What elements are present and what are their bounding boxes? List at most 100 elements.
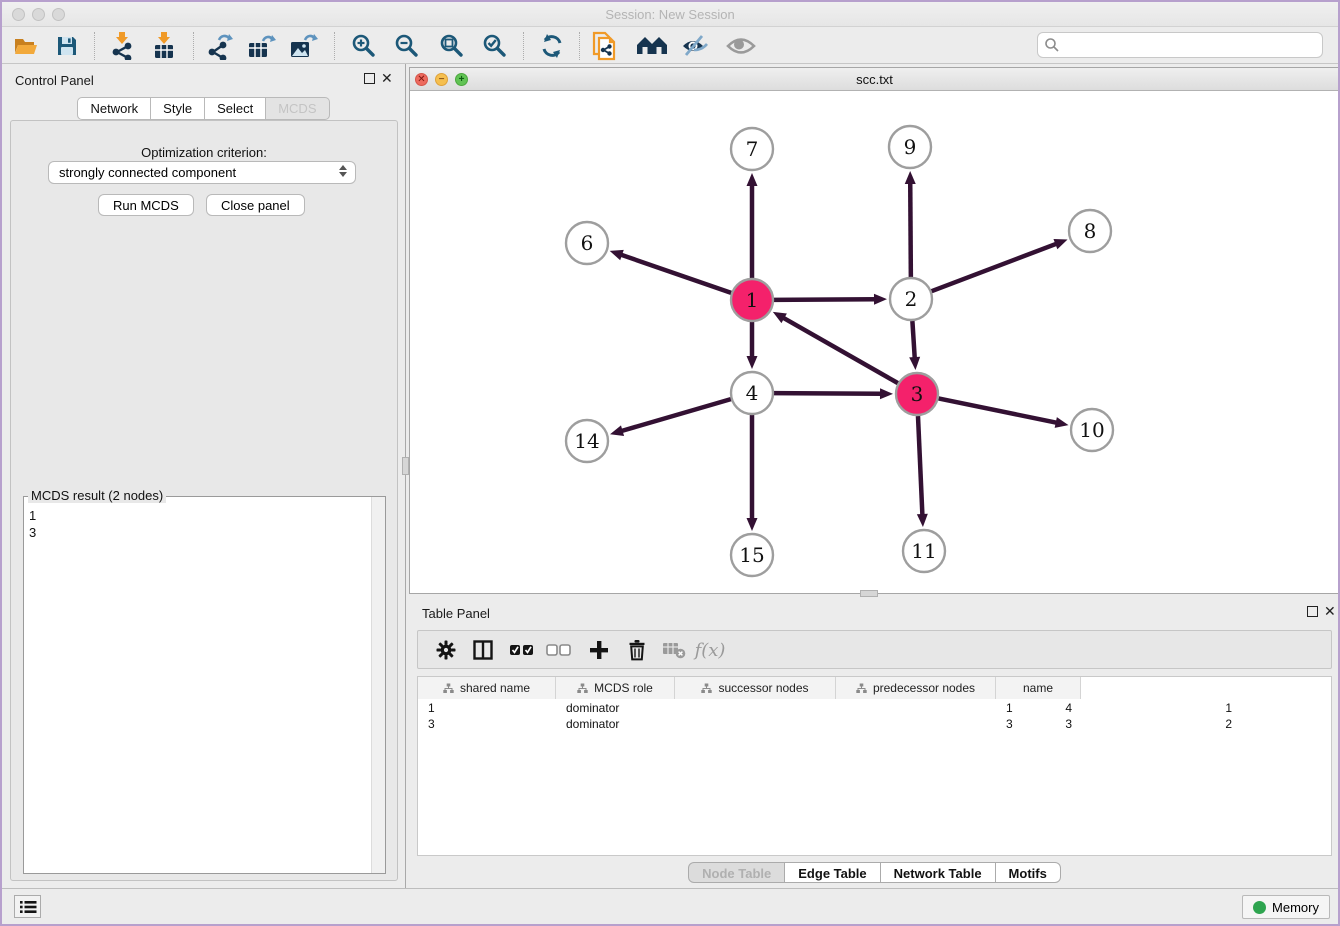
edge-3-11[interactable] xyxy=(918,416,922,516)
import-table-icon[interactable] xyxy=(148,31,180,61)
memory-button[interactable]: Memory xyxy=(1242,895,1330,919)
edge-3-1[interactable] xyxy=(782,317,897,383)
export-image-icon[interactable] xyxy=(288,31,320,61)
criterion-select[interactable]: strongly connected component xyxy=(48,161,356,184)
column-browser-icon[interactable] xyxy=(467,635,499,665)
column-type-icon xyxy=(577,683,588,694)
tab-network[interactable]: Network xyxy=(77,97,151,120)
column-header-predecessor-nodes[interactable]: predecessor nodes xyxy=(836,677,996,699)
edge-1-6[interactable] xyxy=(620,254,731,292)
close-panel-button[interactable]: Close panel xyxy=(206,194,305,216)
node-label: 11 xyxy=(911,539,936,563)
column-type-icon xyxy=(443,683,454,694)
zoom-selected-icon[interactable] xyxy=(479,31,511,61)
column-type-icon xyxy=(856,683,867,694)
table-row[interactable]: 1dominator411 xyxy=(418,700,1331,716)
network-graph[interactable]: 7968124314101511 xyxy=(410,91,1339,594)
export-table-icon[interactable] xyxy=(246,31,278,61)
float-panel-icon[interactable] xyxy=(364,73,375,84)
table-cell: dominator xyxy=(566,717,619,731)
table-cell: 1 xyxy=(1225,701,1232,715)
arrowhead-icon xyxy=(610,250,624,260)
network-view-window: ✕ − + scc.txt 7968124314101511 xyxy=(409,67,1340,594)
unselect-all-columns-icon[interactable] xyxy=(543,635,575,665)
tab-edge-table[interactable]: Edge Table xyxy=(785,862,880,883)
column-header-successor-nodes[interactable]: successor nodes xyxy=(675,677,836,699)
table-panel-header: Table Panel ✕ xyxy=(409,597,1340,627)
edge-1-2[interactable] xyxy=(774,299,876,300)
table-cell: 3 xyxy=(428,717,435,731)
arrowhead-icon xyxy=(1053,239,1067,249)
arrowhead-icon xyxy=(917,514,928,527)
mcds-result-scrollbar[interactable] xyxy=(371,497,385,873)
edge-3-10[interactable] xyxy=(939,398,1058,423)
edge-2-9[interactable] xyxy=(910,182,911,277)
float-table-panel-icon[interactable] xyxy=(1307,606,1318,617)
tab-mcds[interactable]: MCDS xyxy=(266,97,329,120)
zoom-out-icon[interactable] xyxy=(391,31,423,61)
tab-select[interactable]: Select xyxy=(205,97,266,120)
tab-style[interactable]: Style xyxy=(151,97,205,120)
list-icon xyxy=(19,899,37,915)
memory-label: Memory xyxy=(1272,900,1319,915)
table-cell: 3 xyxy=(1065,717,1072,731)
save-session-icon[interactable] xyxy=(51,31,83,61)
close-table-panel-icon[interactable]: ✕ xyxy=(1324,604,1336,618)
close-panel-icon[interactable]: ✕ xyxy=(381,71,393,85)
table-row[interactable]: 3dominator323 xyxy=(418,716,1331,732)
arrowhead-icon xyxy=(610,425,624,436)
arrowhead-icon xyxy=(747,518,758,531)
tab-network-table[interactable]: Network Table xyxy=(881,862,996,883)
open-session-icon[interactable] xyxy=(10,31,42,61)
select-all-columns-icon[interactable] xyxy=(506,635,538,665)
network-window-titlebar[interactable]: ✕ − + scc.txt xyxy=(410,68,1339,91)
edge-4-3[interactable] xyxy=(774,393,882,394)
column-header-shared-name[interactable]: shared name xyxy=(418,677,556,699)
refresh-view-icon[interactable] xyxy=(536,31,568,61)
edge-2-3[interactable] xyxy=(912,321,914,359)
table-cell: dominator xyxy=(566,701,619,715)
toolbar-separator xyxy=(94,32,95,60)
table-header-row: shared nameMCDS rolesuccessor nodesprede… xyxy=(418,677,1081,699)
edge-2-8[interactable] xyxy=(932,243,1058,291)
split-handle-horizontal[interactable] xyxy=(860,590,878,597)
column-header-name[interactable]: name xyxy=(996,677,1081,699)
search-input[interactable] xyxy=(1060,38,1322,53)
zoom-in-icon[interactable] xyxy=(348,31,380,61)
home-layout-icon[interactable] xyxy=(636,31,668,61)
import-network-icon[interactable] xyxy=(106,31,138,61)
edge-4-14[interactable] xyxy=(621,399,731,431)
export-network-icon[interactable] xyxy=(204,31,236,61)
table-cell: 3 xyxy=(1006,717,1013,731)
node-label: 3 xyxy=(911,382,924,406)
table-settings-icon[interactable] xyxy=(430,635,462,665)
network-canvas[interactable]: 7968124314101511 xyxy=(410,91,1339,593)
add-column-icon[interactable] xyxy=(583,635,615,665)
run-mcds-button[interactable]: Run MCDS xyxy=(98,194,194,216)
zoom-fit-icon[interactable] xyxy=(436,31,468,61)
node-label: 7 xyxy=(746,137,759,161)
split-handle-vertical[interactable] xyxy=(402,457,409,475)
hide-selected-icon[interactable] xyxy=(679,31,711,61)
search-field[interactable] xyxy=(1037,32,1323,58)
function-builder-icon[interactable]: f(x) xyxy=(694,635,726,665)
tab-motifs[interactable]: Motifs xyxy=(996,862,1061,883)
toolbar-separator xyxy=(334,32,335,60)
arrowhead-icon xyxy=(880,388,893,399)
table-toolbar: f(x) xyxy=(417,630,1332,669)
network-from-selection-icon[interactable] xyxy=(588,31,620,61)
delete-columns-icon[interactable] xyxy=(621,635,653,665)
task-history-button[interactable] xyxy=(14,895,41,918)
tab-node-table[interactable]: Node Table xyxy=(688,862,785,883)
arrowhead-icon xyxy=(1055,417,1069,428)
node-table[interactable]: shared nameMCDS rolesuccessor nodesprede… xyxy=(417,676,1332,856)
toolbar-separator xyxy=(193,32,194,60)
titlebar: Session: New Session xyxy=(2,2,1338,27)
control-panel-tabs: NetworkStyleSelectMCDS xyxy=(2,97,405,120)
node-label: 2 xyxy=(905,287,918,311)
delete-table-icon[interactable] xyxy=(658,635,690,665)
column-header-MCDS-role[interactable]: MCDS role xyxy=(556,677,675,699)
node-label: 15 xyxy=(739,543,764,567)
table-cell: 1 xyxy=(1006,701,1013,715)
show-all-icon[interactable] xyxy=(725,31,757,61)
